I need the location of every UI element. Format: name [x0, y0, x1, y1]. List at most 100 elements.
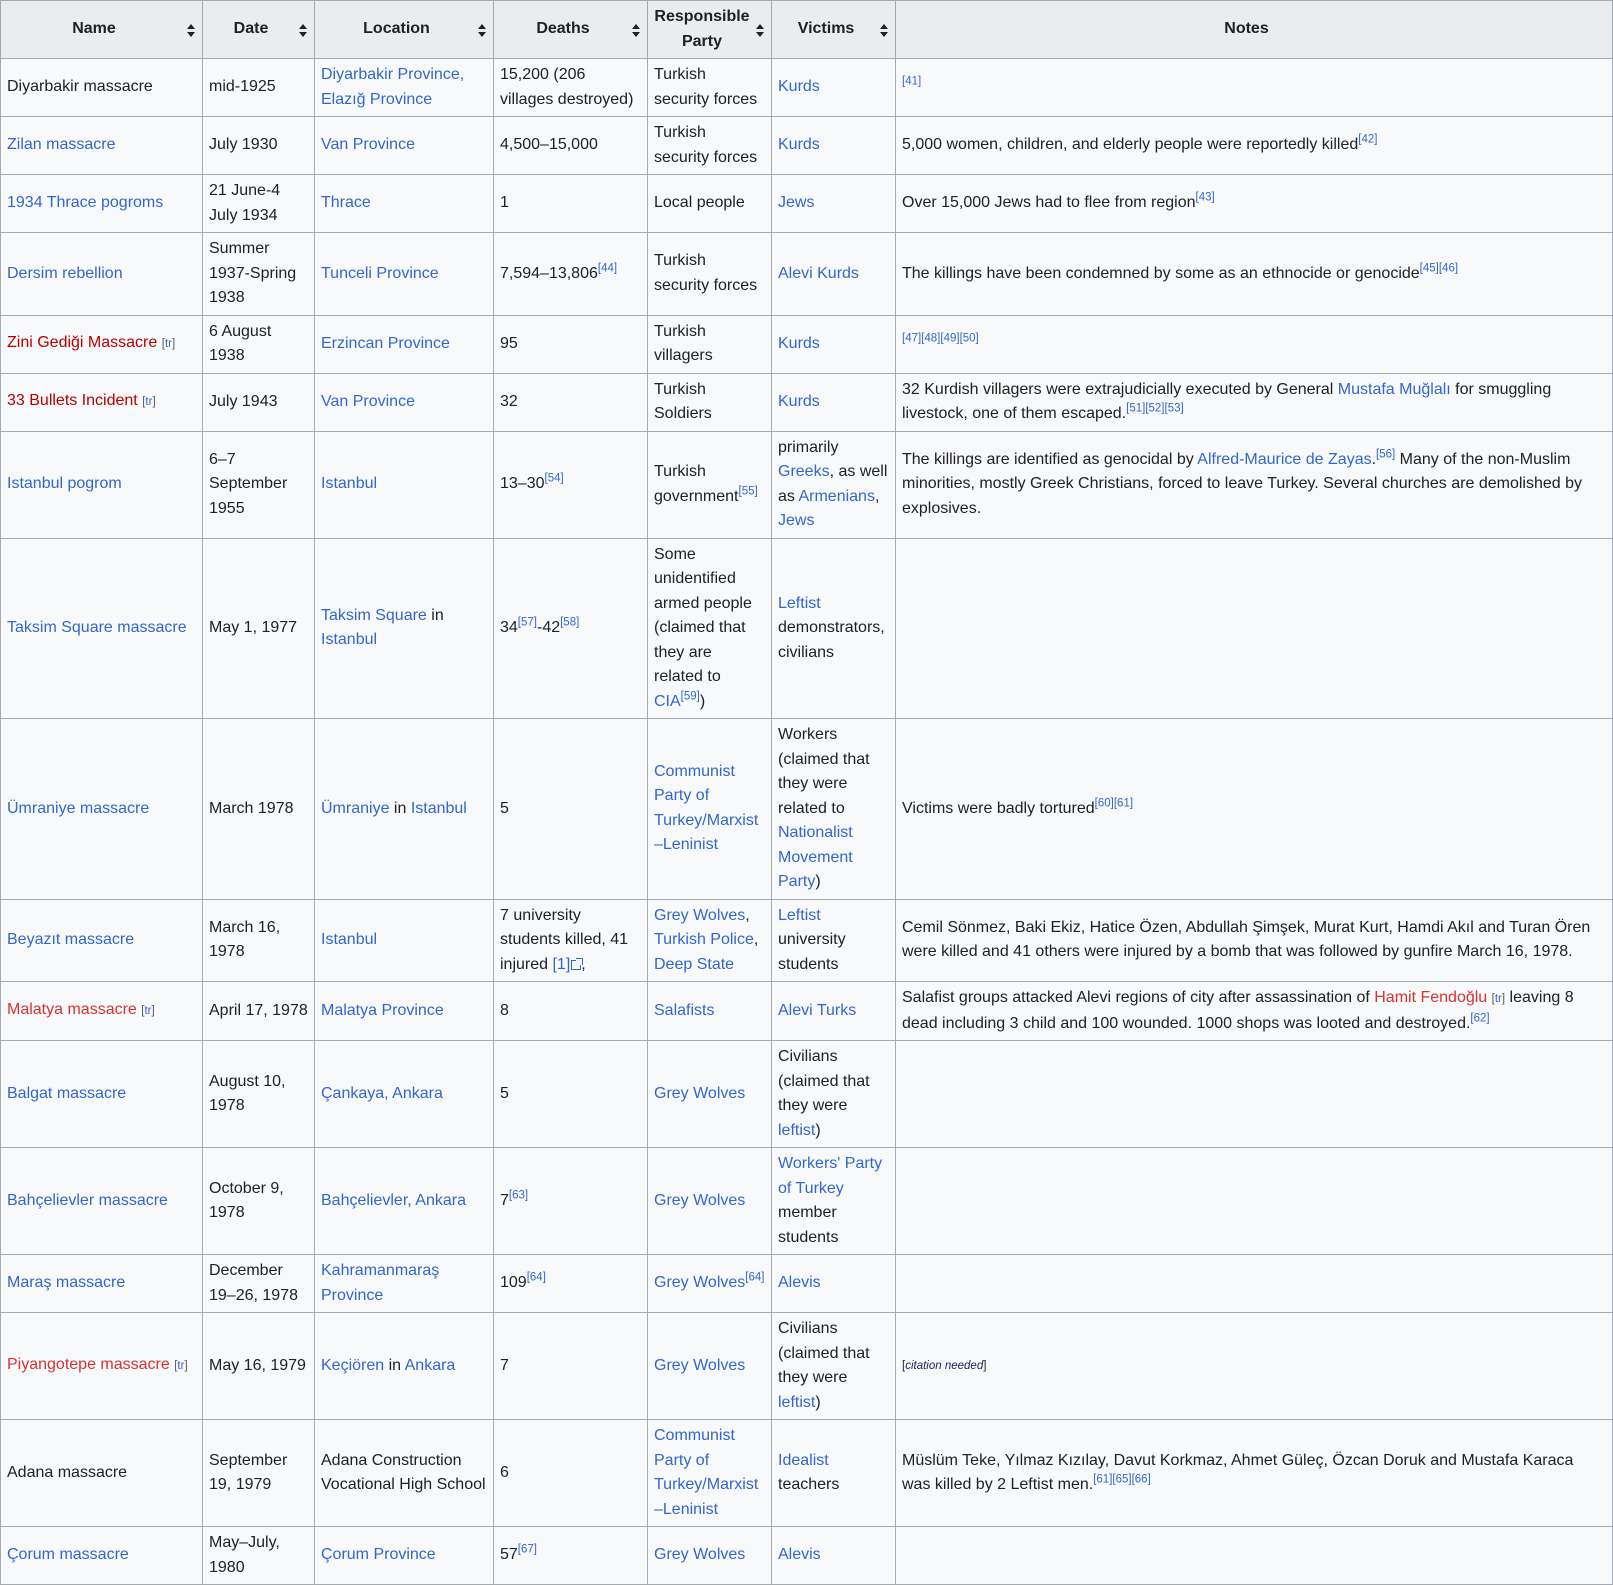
- location-link[interactable]: Taksim Square: [321, 607, 427, 624]
- location-link[interactable]: Istanbul: [321, 631, 377, 648]
- location-link[interactable]: Van Province: [321, 393, 415, 410]
- party-link[interactable]: Turkish Police: [654, 931, 754, 948]
- citation-link[interactable]: [46]: [1439, 262, 1458, 274]
- name-redlink[interactable]: Malatya massacre: [7, 1001, 137, 1018]
- citation-link[interactable]: [43]: [1196, 192, 1215, 204]
- name-link[interactable]: Beyazıt massacre: [7, 931, 134, 948]
- victims-link[interactable]: Alevi Turks: [778, 1002, 856, 1019]
- citation-link[interactable]: [64]: [527, 1272, 546, 1284]
- sort-icon[interactable]: [299, 23, 308, 37]
- party-link[interactable]: Communist Party of Turkey/Marxist–Lenini…: [654, 763, 758, 854]
- party-link[interactable]: Grey Wolves: [654, 1085, 745, 1102]
- notes-redlink[interactable]: Hamit Fendoğlu: [1374, 989, 1487, 1006]
- name-redlink[interactable]: 33 Bullets Incident: [7, 392, 138, 409]
- location-link[interactable]: Diyarbakir Province,: [321, 66, 464, 83]
- sort-icon[interactable]: [632, 23, 641, 37]
- citation-link[interactable]: [51]: [1126, 403, 1145, 415]
- citation-link[interactable]: [64]: [745, 1272, 764, 1284]
- victims-link[interactable]: Jews: [778, 194, 814, 211]
- location-link[interactable]: Elazığ Province: [321, 91, 432, 108]
- ilh-tr-link[interactable]: tr: [144, 1005, 151, 1017]
- citation-link[interactable]: [67]: [518, 1544, 537, 1556]
- victims-link[interactable]: Workers' Party of Turkey: [778, 1155, 882, 1197]
- party-link[interactable]: CIA: [654, 693, 681, 710]
- location-link[interactable]: Van Province: [321, 136, 415, 153]
- name-link[interactable]: Maraş massacre: [7, 1274, 125, 1291]
- citation-link[interactable]: [52]: [1145, 403, 1164, 415]
- victims-link[interactable]: Kurds: [778, 78, 820, 95]
- name-link[interactable]: Taksim Square massacre: [7, 619, 187, 636]
- victims-link[interactable]: leftist: [778, 1122, 815, 1139]
- citation-link[interactable]: [59]: [681, 690, 700, 702]
- name-redlink[interactable]: Piyangotepe massacre: [7, 1356, 170, 1373]
- party-link[interactable]: Communist Party of Turkey/Marxist–Lenini…: [654, 1427, 758, 1518]
- victims-link[interactable]: Leftist: [778, 907, 821, 924]
- citation-link[interactable]: [44]: [598, 262, 617, 274]
- citation-link[interactable]: [60]: [1095, 797, 1114, 809]
- column-header-victims[interactable]: Victims: [771, 0, 896, 59]
- citation-link[interactable]: [53]: [1165, 403, 1184, 415]
- party-link[interactable]: Grey Wolves: [654, 907, 745, 924]
- citation-link[interactable]: [57]: [518, 617, 537, 629]
- victims-link[interactable]: Alevi Kurds: [778, 265, 859, 282]
- citation-link[interactable]: [62]: [1470, 1012, 1489, 1024]
- citation-link[interactable]: [66]: [1132, 1474, 1151, 1486]
- citation-link[interactable]: [54]: [545, 473, 564, 485]
- citation-link[interactable]: [61]: [1093, 1474, 1112, 1486]
- citation-link[interactable]: [55]: [739, 485, 758, 497]
- location-link[interactable]: Istanbul: [321, 475, 377, 492]
- party-link[interactable]: Grey Wolves: [654, 1546, 745, 1563]
- sort-icon[interactable]: [478, 23, 487, 37]
- citation-link[interactable]: [49]: [940, 332, 959, 345]
- notes-link[interactable]: Mustafa Muğlalı: [1338, 381, 1451, 398]
- column-header-name[interactable]: Name: [0, 0, 203, 59]
- column-header-date[interactable]: Date: [202, 0, 315, 59]
- external-link[interactable]: [1]: [552, 956, 584, 973]
- sort-icon[interactable]: [756, 23, 765, 37]
- victims-link[interactable]: Leftist: [778, 595, 821, 612]
- citation-link[interactable]: [65]: [1112, 1474, 1131, 1486]
- name-link[interactable]: Istanbul pogrom: [7, 475, 122, 492]
- citation-link[interactable]: [56]: [1376, 448, 1395, 461]
- location-link[interactable]: Çankaya, Ankara: [321, 1085, 443, 1102]
- party-link[interactable]: Grey Wolves: [654, 1357, 745, 1374]
- citation-link[interactable]: [47]: [902, 332, 921, 345]
- party-link[interactable]: Grey Wolves: [654, 1274, 745, 1291]
- name-link[interactable]: Ümraniye massacre: [7, 800, 149, 817]
- location-link[interactable]: Kahramanmaraş Province: [321, 1262, 439, 1304]
- citation-link[interactable]: [50]: [960, 332, 979, 345]
- name-link[interactable]: Zilan massacre: [7, 136, 115, 153]
- column-header-location[interactable]: Location: [314, 0, 494, 59]
- citation-link[interactable]: [61]: [1114, 797, 1133, 809]
- victims-link[interactable]: leftist: [778, 1394, 815, 1411]
- location-link[interactable]: Istanbul: [411, 800, 467, 817]
- citation-link[interactable]: [48]: [921, 332, 940, 345]
- sort-icon[interactable]: [187, 23, 196, 37]
- party-link[interactable]: Grey Wolves: [654, 1192, 745, 1209]
- location-link[interactable]: Thrace: [321, 194, 371, 211]
- victims-link[interactable]: Kurds: [778, 393, 820, 410]
- notes-link[interactable]: Alfred-Maurice de Zayas: [1197, 451, 1371, 468]
- location-link[interactable]: Ankara: [405, 1357, 456, 1374]
- citation-link[interactable]: [58]: [560, 617, 579, 629]
- victims-link[interactable]: Kurds: [778, 136, 820, 153]
- victims-link[interactable]: Jews: [778, 512, 814, 529]
- name-link[interactable]: 1934 Thrace pogroms: [7, 194, 163, 211]
- ilh-tr-link[interactable]: tr: [1495, 993, 1502, 1005]
- party-link[interactable]: Deep State: [654, 956, 734, 973]
- name-link[interactable]: Dersim rebellion: [7, 265, 123, 282]
- citation-link[interactable]: [45]: [1420, 262, 1439, 274]
- location-link[interactable]: Erzincan Province: [321, 335, 450, 352]
- location-link[interactable]: Keçiören: [321, 1357, 384, 1374]
- ilh-tr-link[interactable]: tr: [177, 1360, 184, 1372]
- location-link[interactable]: Bahçelievler, Ankara: [321, 1192, 466, 1209]
- victims-link[interactable]: Alevis: [778, 1546, 821, 1563]
- victims-link[interactable]: Idealist: [778, 1452, 829, 1469]
- citation-link[interactable]: [42]: [1358, 134, 1377, 146]
- name-link[interactable]: Bahçelievler massacre: [7, 1192, 168, 1209]
- location-link[interactable]: Ümraniye: [321, 800, 389, 817]
- citation-link[interactable]: [41]: [902, 76, 921, 88]
- victims-link[interactable]: Armenians: [798, 488, 874, 505]
- victims-link[interactable]: Alevis: [778, 1274, 821, 1291]
- name-redlink[interactable]: Zini Gediği Massacre: [7, 334, 157, 351]
